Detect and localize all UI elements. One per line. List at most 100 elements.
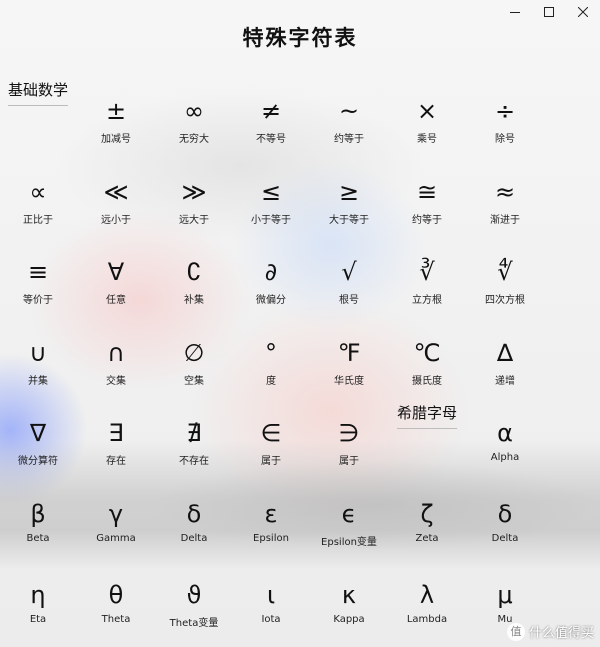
- symbol-cell[interactable]: ≥ 大于等于: [310, 177, 388, 226]
- symbol-label: Iota: [261, 614, 281, 625]
- symbol-cell[interactable]: ∪ 并集: [0, 338, 77, 387]
- symbol-label: Lambda: [406, 614, 448, 625]
- symbol-label: 乘号: [417, 134, 437, 145]
- symbol-glyph: α: [497, 419, 513, 447]
- symbol-cell[interactable]: ζ Zeta: [388, 499, 466, 544]
- section-basic-math: 基础数学: [8, 79, 69, 106]
- symbol-cell[interactable]: ° 度: [232, 338, 310, 387]
- symbol-cell[interactable]: μ Mu: [466, 580, 544, 625]
- symbol-cell[interactable]: ϵ Epsilon变量: [310, 499, 388, 548]
- symbol-label: 空集: [184, 376, 204, 387]
- symbol-cell[interactable]: ∇ 微分算符: [0, 418, 77, 467]
- symbol-cell[interactable]: ε Epsilon: [232, 499, 310, 544]
- symbol-glyph: ∂: [264, 258, 278, 286]
- symbol-label: Delta: [180, 533, 208, 544]
- symbol-cell[interactable]: β Beta: [0, 499, 77, 544]
- symbol-cell[interactable]: ± 加减号: [77, 96, 155, 145]
- symbol-label: Alpha: [490, 452, 520, 463]
- symbol-glyph: δ: [186, 500, 202, 528]
- symbol-cell[interactable]: ≫ 远大于: [155, 177, 233, 226]
- symbol-cell[interactable]: ≤ 小于等于: [232, 177, 310, 226]
- symbol-glyph: ∛: [419, 258, 435, 286]
- symbol-cell[interactable]: λ Lambda: [388, 580, 466, 625]
- symbol-label: Epsilon: [253, 533, 289, 544]
- symbol-label: 属于: [261, 456, 281, 467]
- symbol-cell[interactable]: ∃ 存在: [77, 418, 155, 467]
- symbol-glyph: θ: [108, 581, 124, 609]
- symbol-glyph: δ: [497, 500, 513, 528]
- symbol-cell[interactable]: ∆ 递增: [466, 338, 544, 387]
- symbol-cell[interactable]: δ Delta: [466, 499, 544, 544]
- symbol-cell[interactable]: α Alpha: [466, 418, 544, 463]
- symbol-cell[interactable]: ÷ 除号: [466, 96, 544, 145]
- symbol-cell[interactable]: ∜ 四次方根: [466, 257, 544, 306]
- close-icon: [578, 7, 588, 17]
- symbol-cell[interactable]: ∁ 补集: [155, 257, 233, 306]
- symbol-glyph: ∪: [29, 339, 47, 367]
- minimize-icon: [510, 12, 520, 13]
- symbol-label: 递增: [495, 376, 515, 387]
- symbol-glyph: ι: [266, 581, 276, 609]
- symbol-label: Beta: [26, 533, 50, 544]
- symbol-label: 不等号: [256, 134, 286, 145]
- symbol-label: 微偏分: [256, 295, 286, 306]
- symbol-cell[interactable]: κ Kappa: [310, 580, 388, 625]
- symbol-glyph: ε: [264, 500, 278, 528]
- symbol-cell[interactable]: × 乘号: [388, 96, 466, 145]
- symbol-cell[interactable]: ∩ 交集: [77, 338, 155, 387]
- symbol-cell[interactable]: δ Delta: [155, 499, 233, 544]
- symbol-label: 远大于: [179, 215, 209, 226]
- symbol-cell[interactable]: ≈ 渐进于: [466, 177, 544, 226]
- section-basic-math-label: 基础数学: [8, 81, 69, 99]
- symbol-glyph: ∁: [186, 258, 202, 286]
- symbol-label: 大于等于: [329, 215, 369, 226]
- section-greek-letters: 希腊字母: [397, 402, 457, 429]
- symbol-label: Zeta: [415, 533, 439, 544]
- symbol-cell[interactable]: ϑ Theta变量: [155, 580, 233, 629]
- symbol-glyph: ≠: [260, 97, 282, 125]
- symbol-cell[interactable]: ∂ 微偏分: [232, 257, 310, 306]
- symbol-glyph: ∄: [186, 419, 202, 447]
- symbol-label: Theta: [101, 614, 131, 625]
- symbol-cell[interactable]: ∀ 任意: [77, 257, 155, 306]
- symbol-cell[interactable]: ∝ 正比于: [0, 177, 77, 226]
- symbol-glyph: ϑ: [186, 581, 202, 609]
- symbol-cell[interactable]: ∈ 属于: [232, 418, 310, 467]
- maximize-button[interactable]: [532, 0, 566, 24]
- symbol-label: 无穷大: [179, 134, 209, 145]
- symbol-cell[interactable]: ≅ 约等于: [388, 177, 466, 226]
- symbol-glyph: ∋: [338, 419, 360, 447]
- symbol-glyph: ×: [416, 97, 438, 125]
- symbol-cell[interactable]: η Eta: [0, 580, 77, 625]
- symbol-glyph: ≤: [260, 178, 282, 206]
- symbol-cell[interactable]: ~ 约等于: [310, 96, 388, 145]
- symbol-cell[interactable]: ∄ 不存在: [155, 418, 233, 467]
- symbol-cell[interactable]: ∋ 属于: [310, 418, 388, 467]
- symbol-cell[interactable]: ι Iota: [232, 580, 310, 625]
- symbol-label: 约等于: [412, 215, 442, 226]
- symbol-label: 小于等于: [251, 215, 291, 226]
- symbol-glyph: ∇: [29, 419, 47, 447]
- symbol-glyph: ≡: [27, 258, 49, 286]
- symbol-cell[interactable]: γ Gamma: [77, 499, 155, 544]
- symbol-cell[interactable]: ℃ 摄氏度: [388, 338, 466, 387]
- symbol-cell[interactable]: ∅ 空集: [155, 338, 233, 387]
- symbol-glyph: ∝: [29, 178, 47, 206]
- symbol-label: 补集: [184, 295, 204, 306]
- symbol-glyph: β: [30, 500, 46, 528]
- symbol-cell[interactable]: ≠ 不等号: [232, 96, 310, 145]
- symbol-cell[interactable]: ∞ 无穷大: [155, 96, 233, 145]
- symbol-label: 属于: [339, 456, 359, 467]
- close-button[interactable]: [566, 0, 600, 24]
- symbol-label: 微分算符: [18, 456, 58, 467]
- symbol-cell[interactable]: θ Theta: [77, 580, 155, 625]
- symbol-glyph: ≥: [338, 178, 360, 206]
- symbol-cell[interactable]: ∛ 立方根: [388, 257, 466, 306]
- symbol-cell[interactable]: ≪ 远小于: [77, 177, 155, 226]
- symbol-cell[interactable]: √ 根号: [310, 257, 388, 306]
- symbol-glyph: ~: [338, 97, 360, 125]
- symbol-cell[interactable]: ℉ 华氏度: [310, 338, 388, 387]
- symbol-label: Eta: [29, 614, 47, 625]
- symbol-cell[interactable]: ≡ 等价于: [0, 257, 77, 306]
- minimize-button[interactable]: [498, 0, 532, 24]
